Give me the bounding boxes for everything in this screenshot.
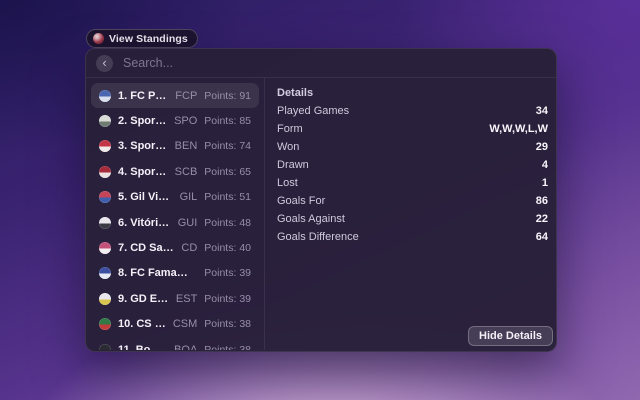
detail-value: 64 — [536, 231, 548, 243]
team-crest-icon — [99, 242, 111, 254]
team-crest-icon — [99, 140, 111, 152]
standings-row[interactable]: 9. GD Estoril Pr… EST Points: 39 — [91, 286, 259, 311]
team-points: Points: 51 — [204, 191, 251, 203]
team-crest-icon — [99, 293, 111, 305]
team-points: Points: 91 — [204, 90, 251, 102]
team-crest-icon — [99, 344, 111, 350]
team-abbr: GUI — [178, 217, 198, 229]
standings-row[interactable]: 8. FC Famalicão Points: 39 — [91, 261, 259, 286]
detail-row: Goals Against 22 — [277, 210, 548, 228]
hide-details-button[interactable]: Hide Details — [468, 326, 553, 346]
detail-value: 34 — [536, 105, 548, 117]
detail-row: Lost 1 — [277, 174, 548, 192]
detail-row: Goals For 86 — [277, 192, 548, 210]
team-name: 7. CD Santa Clara — [118, 242, 174, 254]
team-points: Points: 38 — [204, 318, 251, 330]
team-name: 2. Sporting Clu… — [118, 115, 167, 127]
team-points: Points: 39 — [204, 267, 251, 279]
team-crest-icon — [99, 115, 111, 127]
team-name: 3. Sport Lisboa… — [118, 140, 168, 152]
team-name: 9. GD Estoril Pr… — [118, 293, 169, 305]
detail-label: Played Games — [277, 105, 349, 117]
team-points: Points: 38 — [204, 344, 251, 350]
standings-row[interactable]: 7. CD Santa Clara CD Points: 40 — [91, 235, 259, 260]
search-input[interactable] — [123, 56, 546, 70]
detail-label: Form — [277, 123, 303, 135]
detail-label: Goals Against — [277, 213, 345, 225]
team-name: 10. CS Marítimo — [118, 318, 166, 330]
chevron-left-icon: ‹ — [102, 56, 106, 69]
detail-row: Drawn 4 — [277, 156, 548, 174]
club-crest-icon — [93, 33, 104, 44]
detail-value: 1 — [542, 177, 548, 189]
detail-row: Won 29 — [277, 138, 548, 156]
details-panel: Details Played Games 34 Form W,W,W,L,W W… — [264, 78, 556, 350]
standings-row[interactable]: 1. FC Porto FCP Points: 91 — [91, 83, 259, 108]
detail-row: Played Games 34 — [277, 102, 548, 120]
team-abbr: CD — [181, 242, 197, 254]
standings-row[interactable]: 3. Sport Lisboa… BEN Points: 74 — [91, 134, 259, 159]
team-abbr: BOA — [174, 344, 197, 350]
team-name: 6. Vitória SC — [118, 217, 171, 229]
detail-row: Form W,W,W,L,W — [277, 120, 548, 138]
detail-label: Goals Difference — [277, 231, 359, 243]
standings-row[interactable]: 11. Boavista FC BOA Points: 38 — [91, 337, 259, 350]
team-crest-icon — [99, 166, 111, 178]
team-points: Points: 85 — [204, 115, 251, 127]
team-name: 11. Boavista FC — [118, 344, 167, 350]
team-abbr: FCP — [175, 90, 197, 102]
team-abbr: EST — [176, 293, 197, 305]
detail-value: 86 — [536, 195, 548, 207]
team-abbr: SPO — [174, 115, 197, 127]
team-name: 8. FC Famalicão — [118, 267, 190, 279]
team-name: 1. FC Porto — [118, 90, 168, 102]
team-points: Points: 39 — [204, 293, 251, 305]
detail-value: 4 — [542, 159, 548, 171]
standings-row[interactable]: 6. Vitória SC GUI Points: 48 — [91, 210, 259, 235]
team-crest-icon — [99, 191, 111, 203]
detail-value: W,W,W,L,W — [489, 123, 548, 135]
standings-window: ‹ 1. FC Porto FCP Points: 91 2. Sporting… — [85, 48, 557, 352]
team-points: Points: 48 — [204, 217, 251, 229]
detail-label: Lost — [277, 177, 298, 189]
detail-label: Drawn — [277, 159, 309, 171]
team-points: Points: 40 — [204, 242, 251, 254]
team-crest-icon — [99, 90, 111, 102]
team-abbr: BEN — [175, 140, 198, 152]
search-bar: ‹ — [86, 49, 556, 78]
detail-label: Goals For — [277, 195, 325, 207]
standings-row[interactable]: 5. Gil Vicente FC GIL Points: 51 — [91, 185, 259, 210]
window-content: 1. FC Porto FCP Points: 91 2. Sporting C… — [86, 78, 556, 350]
team-crest-icon — [99, 318, 111, 330]
standings-list: 1. FC Porto FCP Points: 91 2. Sporting C… — [86, 78, 264, 350]
detail-value: 29 — [536, 141, 548, 153]
detail-label: Won — [277, 141, 299, 153]
team-points: Points: 74 — [204, 140, 251, 152]
detail-row: Goals Difference 64 — [277, 228, 548, 246]
team-crest-icon — [99, 267, 111, 279]
view-standings-chip[interactable]: View Standings — [86, 29, 198, 48]
standings-row[interactable]: 10. CS Marítimo CSM Points: 38 — [91, 312, 259, 337]
chip-label: View Standings — [109, 33, 188, 45]
standings-row[interactable]: 4. Sporting Clu… SCB Points: 65 — [91, 159, 259, 184]
details-rows: Played Games 34 Form W,W,W,L,W Won 29 Dr… — [277, 102, 548, 246]
back-button[interactable]: ‹ — [96, 55, 113, 72]
team-name: 5. Gil Vicente FC — [118, 191, 173, 203]
standings-row[interactable]: 2. Sporting Clu… SPO Points: 85 — [91, 108, 259, 133]
team-abbr: CSM — [173, 318, 197, 330]
team-points: Points: 65 — [204, 166, 251, 178]
team-name: 4. Sporting Clu… — [118, 166, 168, 178]
team-crest-icon — [99, 217, 111, 229]
team-abbr: GIL — [180, 191, 198, 203]
detail-value: 22 — [536, 213, 548, 225]
team-abbr: SCB — [175, 166, 198, 178]
details-header: Details — [277, 84, 548, 102]
